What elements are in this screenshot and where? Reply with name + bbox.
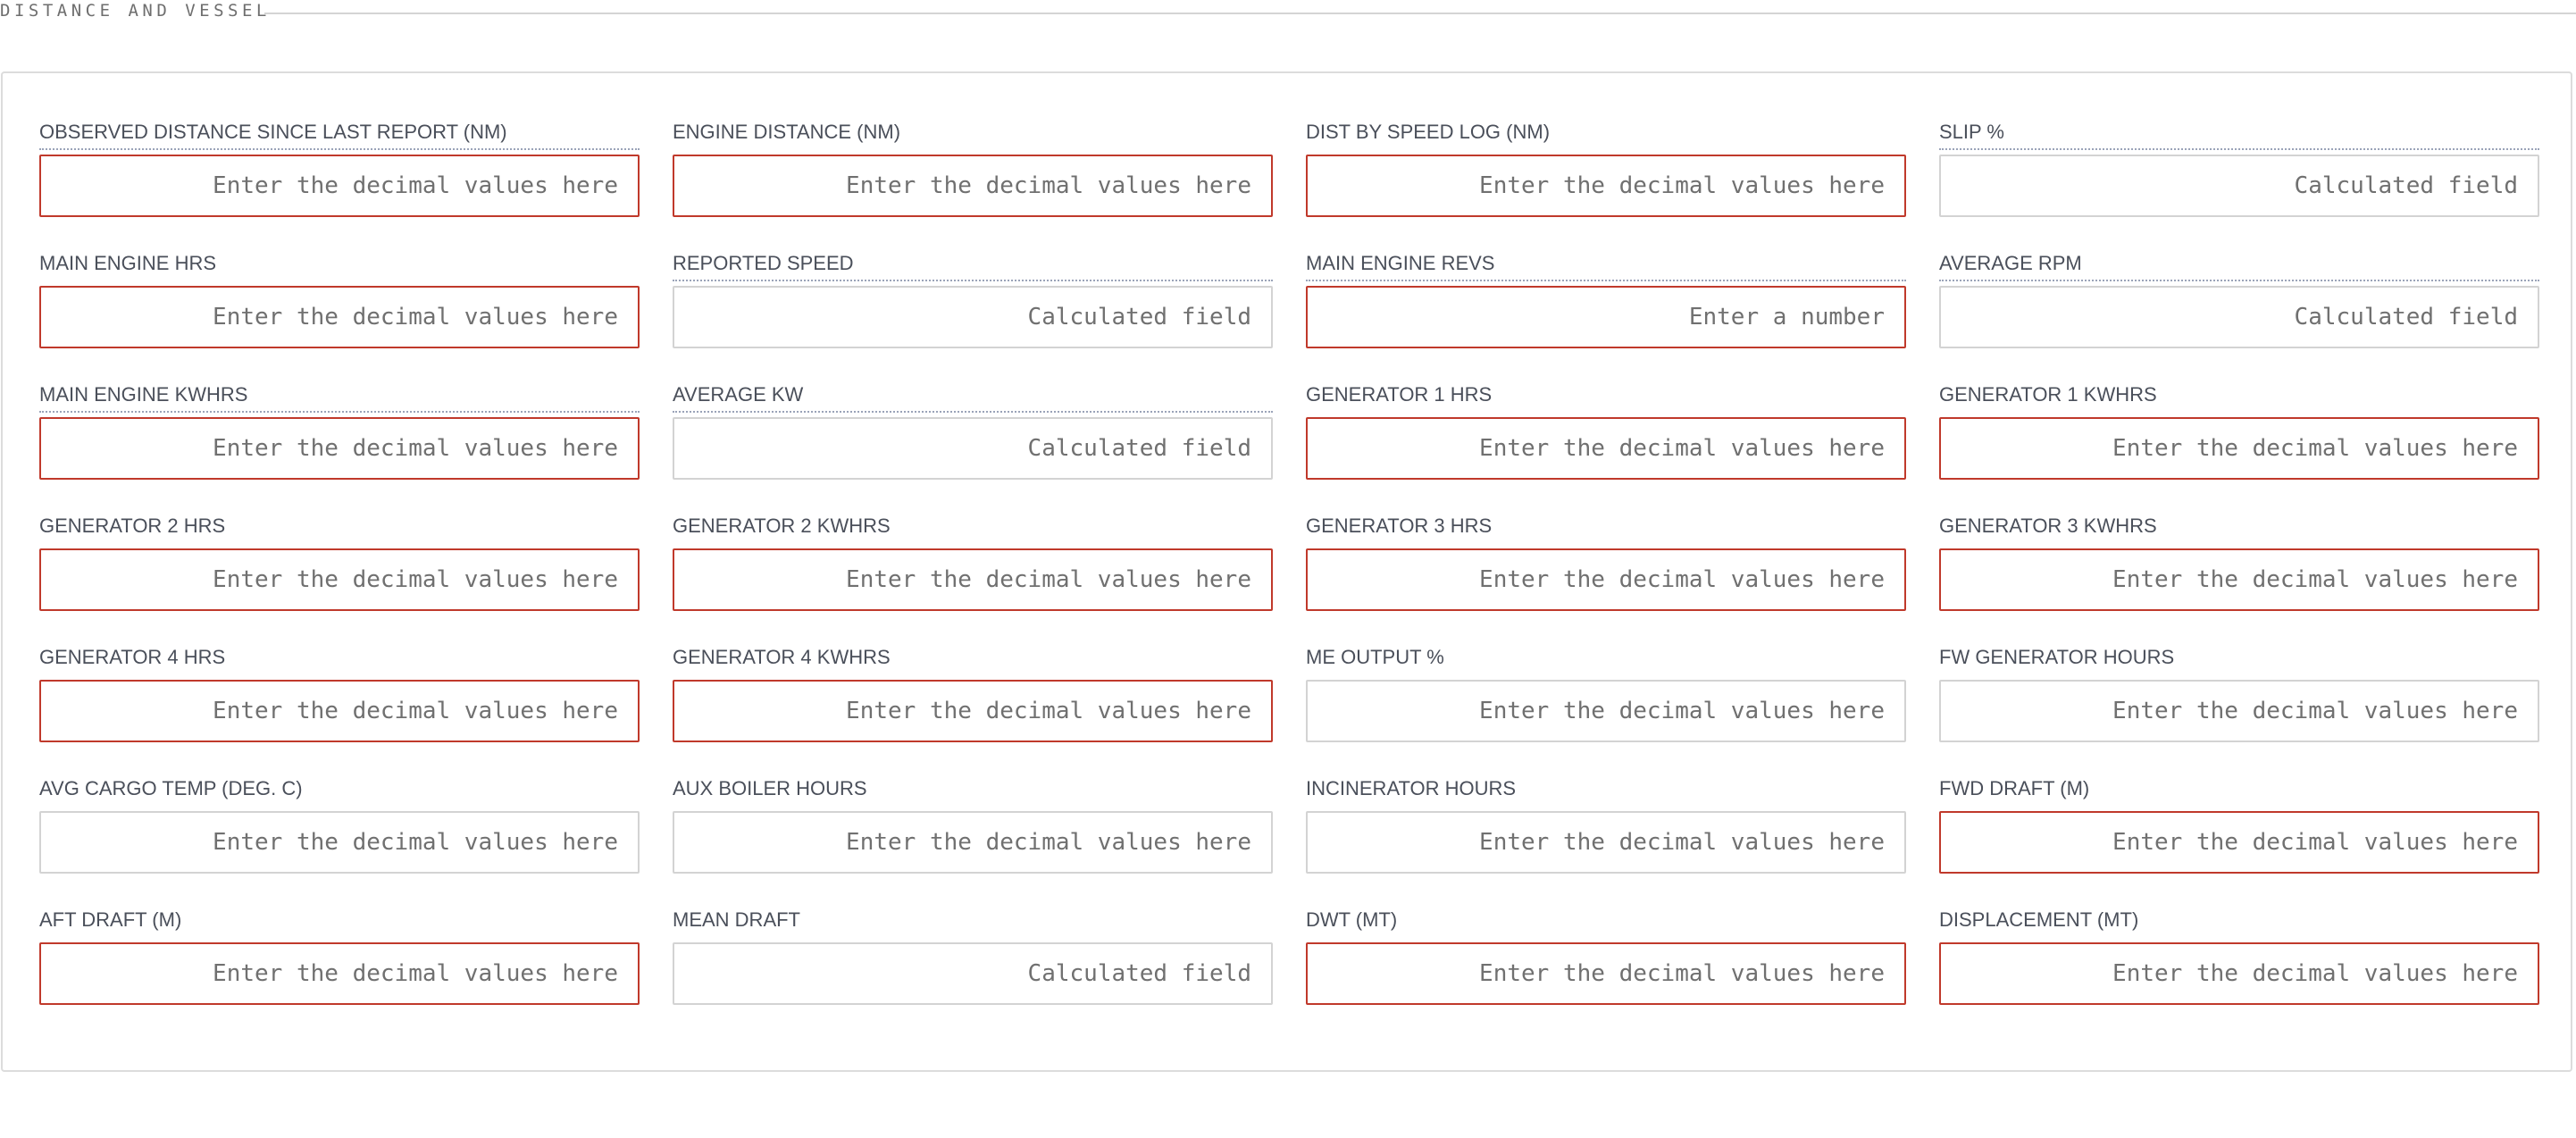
field-label: GENERATOR 4 KWHRS bbox=[673, 646, 891, 668]
field-displacement-mt: DISPLACEMENT (MT) bbox=[1939, 904, 2539, 1035]
dwt-mt-input[interactable] bbox=[1306, 942, 1906, 1005]
field-generator-1-kwhrs: GENERATOR 1 KWHRS bbox=[1939, 379, 2539, 510]
average-kw-input[interactable] bbox=[673, 417, 1273, 480]
field-aft-draft-m: AFT DRAFT (M) bbox=[39, 904, 640, 1035]
field-fw-generator-hours: FW GENERATOR HOURS bbox=[1939, 641, 2539, 773]
field-label: REPORTED SPEED bbox=[673, 247, 1273, 281]
field-dist-by-speed-log-nm: DIST BY SPEED LOG (NM) bbox=[1306, 116, 1906, 247]
field-label: DISPLACEMENT (MT) bbox=[1939, 908, 2139, 931]
main-engine-kwhrs-input[interactable] bbox=[39, 417, 640, 480]
generator-4-kwhrs-input[interactable] bbox=[673, 680, 1273, 742]
generator-3-hrs-input[interactable] bbox=[1306, 548, 1906, 611]
distance-and-vessel-panel: OBSERVED DISTANCE SINCE LAST REPORT (NM)… bbox=[1, 71, 2572, 1072]
generator-3-kwhrs-input[interactable] bbox=[1939, 548, 2539, 611]
section-header: DISTANCE AND VESSEL bbox=[0, 0, 2576, 21]
aft-draft-m-input[interactable] bbox=[39, 942, 640, 1005]
main-engine-revs-input[interactable] bbox=[1306, 286, 1906, 348]
reported-speed-input[interactable] bbox=[673, 286, 1273, 348]
field-label: DIST BY SPEED LOG (NM) bbox=[1306, 121, 1551, 143]
field-aux-boiler-hours: AUX BOILER HOURS bbox=[673, 773, 1273, 904]
field-label: ME OUTPUT % bbox=[1306, 646, 1444, 668]
field-label: GENERATOR 1 HRS bbox=[1306, 383, 1493, 406]
field-main-engine-hrs: MAIN ENGINE HRS bbox=[39, 247, 640, 379]
generator-1-kwhrs-input[interactable] bbox=[1939, 417, 2539, 480]
field-label: GENERATOR 2 HRS bbox=[39, 515, 226, 537]
incinerator-hours-input[interactable] bbox=[1306, 811, 1906, 874]
field-label: FW GENERATOR HOURS bbox=[1939, 646, 2175, 668]
field-main-engine-revs: MAIN ENGINE REVS bbox=[1306, 247, 1906, 379]
avg-cargo-temp-deg-c-input[interactable] bbox=[39, 811, 640, 874]
field-avg-cargo-temp-deg-c: AVG CARGO TEMP (DEG. C) bbox=[39, 773, 640, 904]
field-label: OBSERVED DISTANCE SINCE LAST REPORT (NM) bbox=[39, 116, 640, 150]
field-average-kw: AVERAGE KW bbox=[673, 379, 1273, 510]
me-output-input[interactable] bbox=[1306, 680, 1906, 742]
mean-draft-input[interactable] bbox=[673, 942, 1273, 1005]
engine-distance-nm-input[interactable] bbox=[673, 155, 1273, 217]
generator-4-hrs-input[interactable] bbox=[39, 680, 640, 742]
observed-distance-since-last-report-nm-input[interactable] bbox=[39, 155, 640, 217]
field-generator-3-hrs: GENERATOR 3 HRS bbox=[1306, 510, 1906, 641]
dist-by-speed-log-nm-input[interactable] bbox=[1306, 155, 1906, 217]
fwd-draft-m-input[interactable] bbox=[1939, 811, 2539, 874]
field-reported-speed: REPORTED SPEED bbox=[673, 247, 1273, 379]
field-observed-distance-since-last-report-nm: OBSERVED DISTANCE SINCE LAST REPORT (NM) bbox=[39, 116, 640, 247]
field-slip: SLIP % bbox=[1939, 116, 2539, 247]
field-label: AFT DRAFT (M) bbox=[39, 908, 182, 931]
generator-1-hrs-input[interactable] bbox=[1306, 417, 1906, 480]
field-incinerator-hours: INCINERATOR HOURS bbox=[1306, 773, 1906, 904]
field-label: GENERATOR 3 KWHRS bbox=[1939, 515, 2157, 537]
field-label: AVERAGE RPM bbox=[1939, 247, 2539, 281]
main-engine-hrs-input[interactable] bbox=[39, 286, 640, 348]
generator-2-kwhrs-input[interactable] bbox=[673, 548, 1273, 611]
field-label: DWT (MT) bbox=[1306, 908, 1398, 931]
field-label: MAIN ENGINE KWHRS bbox=[39, 379, 640, 413]
field-generator-2-kwhrs: GENERATOR 2 KWHRS bbox=[673, 510, 1273, 641]
field-fwd-draft-m: FWD DRAFT (M) bbox=[1939, 773, 2539, 904]
field-label: MAIN ENGINE REVS bbox=[1306, 247, 1906, 281]
field-label: GENERATOR 2 KWHRS bbox=[673, 515, 891, 537]
field-label: GENERATOR 1 KWHRS bbox=[1939, 383, 2157, 406]
field-label: GENERATOR 3 HRS bbox=[1306, 515, 1493, 537]
field-label: FWD DRAFT (M) bbox=[1939, 777, 2090, 799]
field-generator-1-hrs: GENERATOR 1 HRS bbox=[1306, 379, 1906, 510]
field-mean-draft: MEAN DRAFT bbox=[673, 904, 1273, 1035]
field-me-output: ME OUTPUT % bbox=[1306, 641, 1906, 773]
field-label: ENGINE DISTANCE (NM) bbox=[673, 121, 901, 143]
field-main-engine-kwhrs: MAIN ENGINE KWHRS bbox=[39, 379, 640, 510]
field-label: AVERAGE KW bbox=[673, 379, 1273, 413]
slip-input[interactable] bbox=[1939, 155, 2539, 217]
field-generator-3-kwhrs: GENERATOR 3 KWHRS bbox=[1939, 510, 2539, 641]
fw-generator-hours-input[interactable] bbox=[1939, 680, 2539, 742]
field-grid: OBSERVED DISTANCE SINCE LAST REPORT (NM)… bbox=[39, 116, 2539, 1035]
average-rpm-input[interactable] bbox=[1939, 286, 2539, 348]
generator-2-hrs-input[interactable] bbox=[39, 548, 640, 611]
field-generator-4-hrs: GENERATOR 4 HRS bbox=[39, 641, 640, 773]
field-label: INCINERATOR HOURS bbox=[1306, 777, 1517, 799]
field-label: AUX BOILER HOURS bbox=[673, 777, 867, 799]
field-label: MAIN ENGINE HRS bbox=[39, 252, 217, 274]
section-title: DISTANCE AND VESSEL bbox=[0, 0, 276, 21]
field-dwt-mt: DWT (MT) bbox=[1306, 904, 1906, 1035]
displacement-mt-input[interactable] bbox=[1939, 942, 2539, 1005]
field-engine-distance-nm: ENGINE DISTANCE (NM) bbox=[673, 116, 1273, 247]
field-label: SLIP % bbox=[1939, 116, 2539, 150]
field-generator-4-kwhrs: GENERATOR 4 KWHRS bbox=[673, 641, 1273, 773]
aux-boiler-hours-input[interactable] bbox=[673, 811, 1273, 874]
field-label: GENERATOR 4 HRS bbox=[39, 646, 226, 668]
field-average-rpm: AVERAGE RPM bbox=[1939, 247, 2539, 379]
field-generator-2-hrs: GENERATOR 2 HRS bbox=[39, 510, 640, 641]
field-label: AVG CARGO TEMP (DEG. C) bbox=[39, 777, 303, 799]
section-divider bbox=[264, 13, 2576, 14]
field-label: MEAN DRAFT bbox=[673, 908, 800, 931]
